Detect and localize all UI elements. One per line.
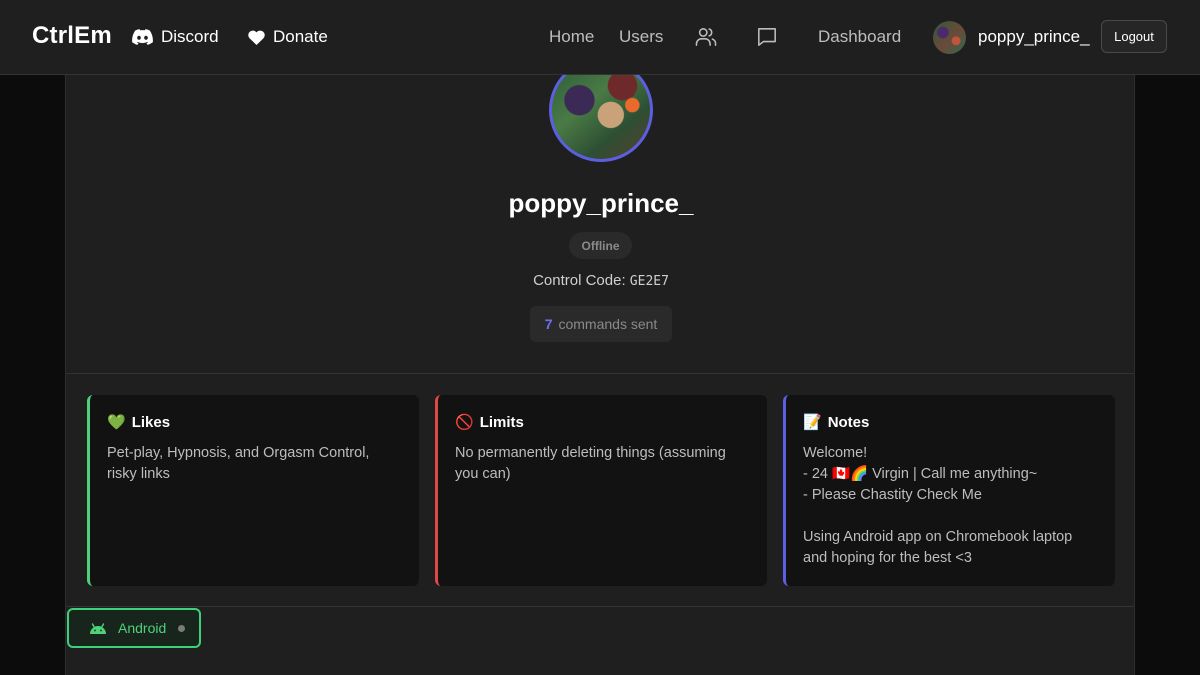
profile-panel: poppy_prince_ Offline Control Code: GE2E… [65, 0, 1135, 675]
limits-card: 🚫 Limits No permanently deleting things … [435, 395, 767, 586]
divider [66, 606, 1134, 607]
brand-logo[interactable]: CtrlEm [32, 22, 112, 50]
connection-status-dot [178, 624, 186, 632]
nav-messages-link[interactable] [756, 24, 778, 50]
control-code-value: GE2E7 [629, 274, 669, 289]
top-navbar: CtrlEm Discord Donate Home Users Dashboa… [0, 0, 1200, 75]
nav-donate-label: Donate [273, 27, 328, 46]
likes-body: Pet-play, Hypnosis, and Orgasm Control, … [107, 445, 370, 482]
chat-icon [758, 28, 776, 46]
discord-icon [132, 29, 153, 45]
divider [66, 373, 1134, 374]
nav-discord-label: Discord [161, 27, 219, 46]
notes-body: Welcome! - 24 🇨🇦🌈 Virgin | Call me anyth… [803, 445, 1073, 566]
notes-title: 📝 Notes [803, 413, 1099, 431]
users-icon [695, 28, 717, 46]
nav-dashboard-link[interactable]: Dashboard [818, 24, 901, 50]
nav-donate-link[interactable]: Donate [248, 24, 328, 50]
limits-title-label: Limits [479, 413, 524, 431]
likes-card: 💚 Likes Pet-play, Hypnosis, and Orgasm C… [87, 395, 419, 586]
status-badge: Offline [569, 232, 632, 259]
control-code-label: Control Code: [533, 272, 626, 289]
commands-sent-stat: 7 commands sent [530, 306, 672, 342]
likes-title: 💚 Likes [107, 413, 403, 431]
nav-users-link[interactable]: Users [619, 24, 663, 50]
notes-title-label: Notes [827, 413, 870, 431]
commands-label: commands sent [558, 316, 658, 332]
avatar[interactable] [933, 20, 966, 54]
commands-count: 7 [544, 316, 553, 332]
likes-title-label: Likes [131, 413, 171, 431]
limits-body: No permanently deleting things (assuming… [455, 445, 726, 482]
green-heart-icon: 💚 [107, 413, 126, 431]
nav-home-link[interactable]: Home [549, 24, 594, 50]
user-menu[interactable]: poppy_prince_ [933, 20, 1090, 54]
android-icon [90, 623, 106, 634]
nav-discord-link[interactable]: Discord [132, 24, 219, 50]
prohibited-icon: 🚫 [455, 413, 474, 431]
profile-username: poppy_prince_ [508, 188, 694, 218]
device-platform-chip[interactable]: Android [67, 608, 201, 648]
logout-button[interactable]: Logout [1101, 20, 1167, 53]
notes-card: 📝 Notes Welcome! - 24 🇨🇦🌈 Virgin | Call … [783, 395, 1115, 586]
user-menu-username[interactable]: poppy_prince_ [978, 27, 1090, 47]
nav-friends-link[interactable] [695, 24, 717, 50]
memo-icon: 📝 [803, 413, 822, 431]
control-code: Control Code: GE2E7 [66, 272, 1136, 289]
device-platform-label: Android [118, 620, 167, 636]
heart-icon [248, 30, 265, 45]
limits-title: 🚫 Limits [455, 413, 751, 431]
